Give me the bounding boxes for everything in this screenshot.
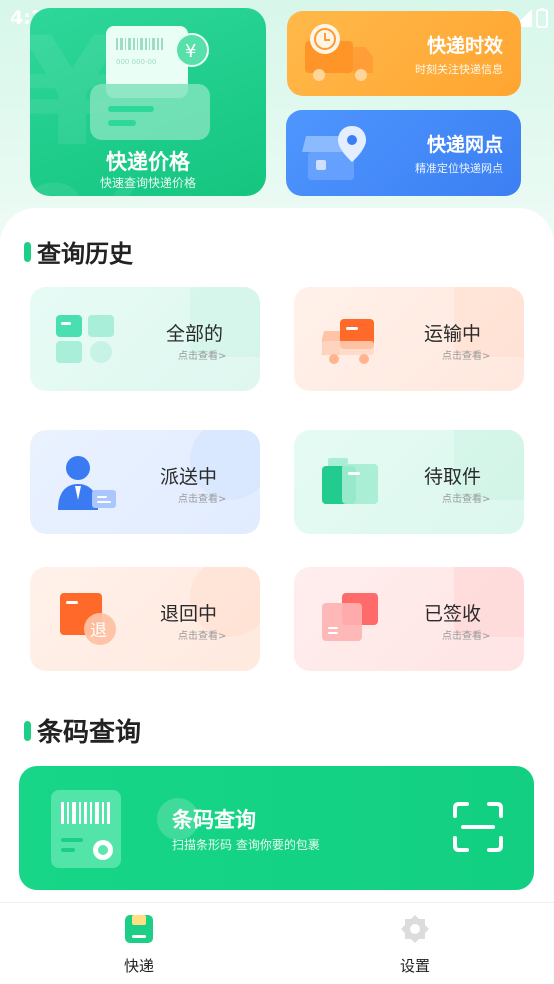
- delivery-network-card[interactable]: 快递网点 精准定位快递网点: [286, 110, 521, 196]
- settings-icon: [401, 915, 429, 943]
- history-item-label: 全部的: [166, 323, 224, 345]
- grid-icon: [56, 315, 114, 363]
- delivery-network-subtitle: 精准定位快递网点: [415, 162, 503, 175]
- scan-icon[interactable]: [451, 800, 505, 854]
- delivery-time-card[interactable]: 快递时效 时刻关注快递信息: [287, 11, 521, 96]
- history-item-hint: 点击查看>: [442, 351, 491, 362]
- history-item-label: 已签收: [424, 603, 482, 625]
- section-marker: [24, 241, 31, 262]
- history-item-delivering[interactable]: 派送中 点击查看>: [30, 430, 260, 534]
- express-icon: [125, 915, 153, 943]
- delivery-time-subtitle: 时刻关注快递信息: [415, 63, 503, 76]
- express-price-card[interactable]: ¥% 000 000-00 ¥ 快递价格 快速查询快递价格: [30, 8, 266, 196]
- battery-icon: [536, 8, 548, 28]
- history-item-hint: 点击查看>: [178, 631, 227, 642]
- barcode-card-title: 条码查询: [172, 808, 256, 832]
- store-location-icon: [302, 126, 366, 180]
- bottom-tab-bar: 快递 设置: [0, 902, 554, 984]
- express-price-subtitle: 快速查询快递价格: [99, 176, 196, 190]
- history-item-in-transit[interactable]: 运输中 点击查看>: [294, 287, 524, 391]
- barcode-icon: [51, 790, 121, 868]
- barcode-card-subtitle: 扫描条形码 查询你要的包裹: [172, 838, 320, 852]
- express-price-title: 快递价格: [106, 150, 190, 174]
- history-item-hint: 点击查看>: [442, 494, 491, 505]
- truck-icon: [322, 319, 374, 364]
- tab-label: 快递: [123, 957, 154, 975]
- section-marker: [24, 720, 31, 741]
- history-item-hint: 点击查看>: [178, 351, 227, 362]
- delivery-network-title: 快递网点: [426, 134, 503, 156]
- history-item-hint: 点击查看>: [178, 494, 227, 505]
- courier-icon: [58, 456, 116, 510]
- barcode-section-title: 条码查询: [37, 718, 142, 748]
- tab-label: 设置: [399, 957, 430, 975]
- history-item-signed[interactable]: 已签收 点击查看>: [294, 567, 524, 671]
- history-item-label: 退回中: [160, 603, 218, 625]
- signed-package-icon: [322, 593, 378, 641]
- package-icon: [322, 458, 378, 504]
- history-item-label: 派送中: [160, 466, 218, 488]
- return-icon: 退: [60, 593, 116, 645]
- delivery-truck-icon: [305, 24, 373, 81]
- tab-settings[interactable]: 设置: [355, 913, 475, 976]
- history-item-awaiting-pickup[interactable]: 待取件 点击查看>: [294, 430, 524, 534]
- barcode-scan-card[interactable]: 条码查询 扫描条形码 查询你要的包裹: [19, 766, 534, 890]
- history-item-label: 待取件: [424, 466, 482, 488]
- tab-express[interactable]: 快递: [79, 913, 199, 976]
- receipt-printer-icon: 000 000-00 ¥: [90, 26, 210, 140]
- history-item-all[interactable]: 全部的 点击查看>: [30, 287, 260, 391]
- history-item-returning[interactable]: 退 退回中 点击查看>: [30, 567, 260, 671]
- history-item-hint: 点击查看>: [442, 631, 491, 642]
- return-icon-text: 退: [90, 621, 107, 641]
- history-section-header: 查询历史: [24, 234, 133, 269]
- receipt-code: 000 000-00: [116, 58, 156, 66]
- barcode-section-header: 条码查询: [24, 712, 141, 749]
- delivery-time-title: 快递时效: [426, 35, 503, 57]
- history-section-title: 查询历史: [37, 240, 133, 268]
- history-item-label: 运输中: [424, 323, 482, 345]
- currency-symbol: ¥: [185, 41, 196, 62]
